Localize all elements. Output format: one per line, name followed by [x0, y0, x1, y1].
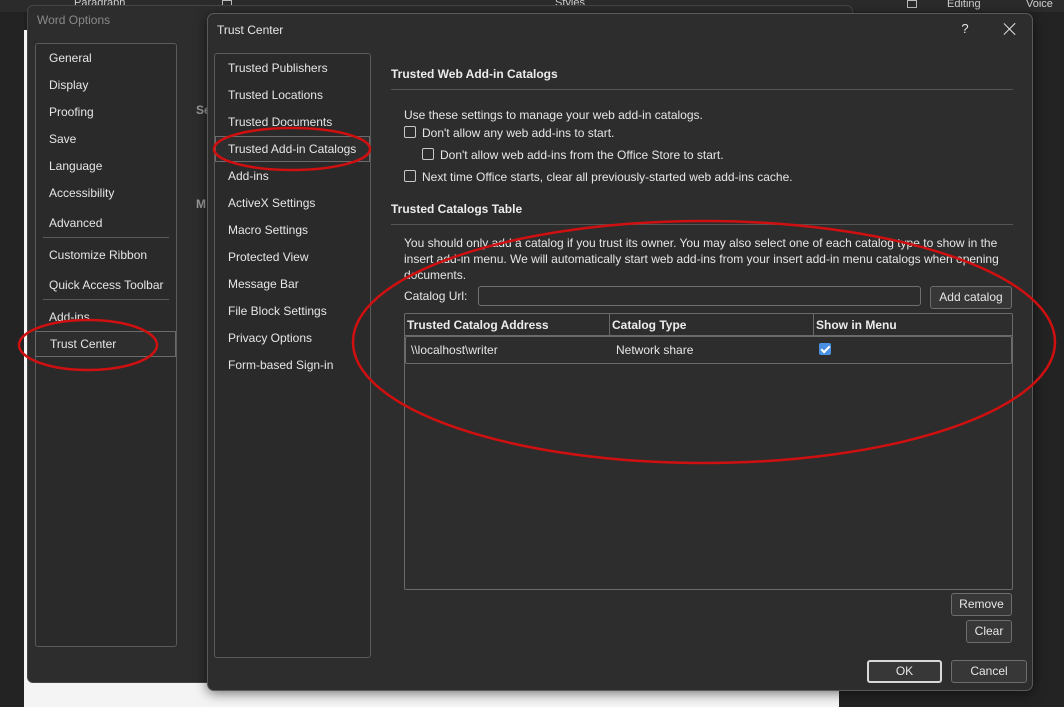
- catalog-url-label: Catalog Url:: [404, 289, 468, 303]
- catalogs-table: Trusted Catalog Address Catalog Type Sho…: [404, 313, 1013, 590]
- ribbon-editing-label[interactable]: Editing: [947, 0, 981, 10]
- word-options-title: Word Options: [37, 13, 111, 27]
- row-type: Network share: [616, 343, 694, 357]
- show-in-menu-checkbox[interactable]: [819, 343, 831, 355]
- column-header-type[interactable]: Catalog Type: [610, 314, 814, 336]
- wo-nav-customize-ribbon[interactable]: Customize Ribbon: [36, 242, 176, 268]
- wo-nav-divider: [43, 299, 169, 300]
- dont-allow-office-store-checkbox[interactable]: [422, 148, 434, 160]
- close-icon[interactable]: [1001, 20, 1019, 38]
- hidden-section-fragment: M: [196, 197, 206, 211]
- tc-nav-trusted-add-in-catalogs[interactable]: Trusted Add-in Catalogs: [215, 136, 370, 162]
- section-divider: [391, 89, 1013, 90]
- wo-nav-trust-center[interactable]: Trust Center: [35, 331, 176, 357]
- trust-center-title: Trust Center: [217, 23, 284, 37]
- section-divider: [391, 224, 1013, 225]
- table-row[interactable]: \\localhost\writer Network share: [405, 336, 1012, 364]
- wo-nav-advanced[interactable]: Advanced: [36, 210, 176, 236]
- word-options-nav: General Display Proofing Save Language A…: [35, 43, 177, 647]
- column-header-address[interactable]: Trusted Catalog Address: [405, 314, 610, 336]
- wo-nav-save[interactable]: Save: [36, 126, 176, 152]
- help-icon[interactable]: ?: [957, 21, 973, 39]
- tc-nav-activex-settings[interactable]: ActiveX Settings: [215, 190, 370, 216]
- tc-nav-trusted-locations[interactable]: Trusted Locations: [215, 82, 370, 108]
- cancel-button[interactable]: Cancel: [951, 660, 1027, 683]
- wo-nav-language[interactable]: Language: [36, 153, 176, 179]
- tc-nav-add-ins[interactable]: Add-ins: [215, 163, 370, 189]
- tc-nav-privacy-options[interactable]: Privacy Options: [215, 325, 370, 351]
- tc-nav-macro-settings[interactable]: Macro Settings: [215, 217, 370, 243]
- column-header-show-in-menu[interactable]: Show in Menu: [814, 314, 1012, 336]
- catalogs-table-heading: Trusted Catalogs Table: [391, 202, 523, 216]
- dont-allow-web-addins-checkbox[interactable]: [404, 126, 416, 138]
- clear-cache-label[interactable]: Next time Office starts, clear all previ…: [422, 170, 793, 184]
- catalogs-description: You should only add a catalog if you tru…: [404, 236, 999, 282]
- ribbon-voice-label[interactable]: Voice: [1026, 0, 1053, 10]
- tc-nav-form-based-sign-in[interactable]: Form-based Sign-in: [215, 352, 370, 378]
- wo-nav-divider: [43, 237, 169, 238]
- wo-nav-general[interactable]: General: [36, 45, 176, 71]
- tc-nav-trusted-publishers[interactable]: Trusted Publishers: [215, 55, 370, 81]
- dont-allow-office-store-label[interactable]: Don't allow web add-ins from the Office …: [440, 148, 724, 162]
- trust-center-nav: Trusted Publishers Trusted Locations Tru…: [214, 53, 371, 658]
- wo-nav-accessibility[interactable]: Accessibility: [36, 180, 176, 206]
- remove-button[interactable]: Remove: [951, 593, 1012, 616]
- tc-nav-message-bar[interactable]: Message Bar: [215, 271, 370, 297]
- row-address: \\localhost\writer: [411, 343, 498, 357]
- wo-nav-display[interactable]: Display: [36, 72, 176, 98]
- ok-button[interactable]: OK: [867, 660, 942, 683]
- wo-nav-add-ins[interactable]: Add-ins: [36, 304, 176, 330]
- add-catalog-button[interactable]: Add catalog: [930, 286, 1012, 309]
- trust-center-dialog: Trust Center ? Trusted Publishers Truste…: [207, 13, 1033, 691]
- wo-nav-quick-access-toolbar[interactable]: Quick Access Toolbar: [36, 272, 176, 298]
- clear-button[interactable]: Clear: [966, 620, 1012, 643]
- tc-nav-trusted-documents[interactable]: Trusted Documents: [215, 109, 370, 135]
- clear-cache-checkbox[interactable]: [404, 170, 416, 182]
- tc-nav-file-block-settings[interactable]: File Block Settings: [215, 298, 370, 324]
- tc-nav-protected-view[interactable]: Protected View: [215, 244, 370, 270]
- styles-launcher-icon[interactable]: [907, 0, 917, 8]
- catalog-url-input[interactable]: [478, 286, 921, 306]
- wo-nav-proofing[interactable]: Proofing: [36, 99, 176, 125]
- dont-allow-web-addins-label[interactable]: Don't allow any web add-ins to start.: [422, 126, 614, 140]
- document-margin-left: [0, 12, 24, 707]
- web-catalogs-intro: Use these settings to manage your web ad…: [404, 108, 703, 122]
- web-catalogs-heading: Trusted Web Add-in Catalogs: [391, 67, 558, 81]
